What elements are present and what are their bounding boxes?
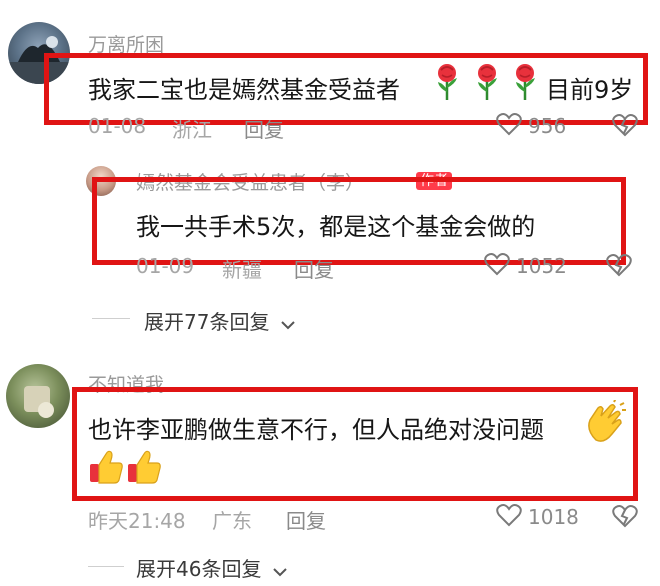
- thumbs-up-emoji: [126, 448, 162, 490]
- dislike-icon[interactable]: [606, 252, 632, 282]
- like-icon[interactable]: [496, 112, 522, 140]
- chevron-down-icon: [280, 312, 296, 336]
- reply-reply-button[interactable]: 回复: [294, 254, 334, 283]
- expand-replies-button[interactable]: 展开46条回复: [136, 553, 288, 583]
- like-icon[interactable]: [484, 252, 510, 280]
- comment-location: 广东: [212, 509, 252, 533]
- thumbs-up-emoji: [88, 448, 124, 490]
- comment-text: 我家二宝也是嫣然基金受益者: [88, 70, 400, 105]
- like-count: 1052: [516, 254, 567, 278]
- expand-replies-label: 展开77条回复: [144, 310, 270, 334]
- comment-text-main: 我家二宝也是嫣然基金受益者: [88, 76, 400, 104]
- like-icon[interactable]: [496, 503, 522, 531]
- rose-emoji: [470, 62, 504, 106]
- chevron-down-icon: [272, 559, 288, 583]
- dislike-icon[interactable]: [612, 112, 638, 142]
- comment-text: 也许李亚鹏做生意不行，但人品绝对没问题: [88, 416, 544, 444]
- comment-text-suffix: 目前9岁: [546, 76, 634, 104]
- reply-button[interactable]: 回复: [244, 114, 284, 143]
- comment-time: 01-08: [88, 114, 147, 138]
- like-count: 956: [528, 114, 567, 138]
- reply-button[interactable]: 回复: [286, 505, 326, 534]
- reply-location: 新疆: [222, 258, 262, 282]
- rose-emoji: [508, 62, 542, 106]
- reply-time: 01-09: [136, 254, 195, 278]
- divider-line: [88, 566, 124, 567]
- comment-location: 浙江: [172, 118, 212, 142]
- expand-replies-label: 展开46条回复: [136, 557, 262, 581]
- avatar[interactable]: [6, 364, 70, 428]
- reply-text: 我一共手术5次，都是这个基金会做的: [136, 213, 536, 241]
- comment-time: 昨天21:48: [88, 509, 186, 533]
- avatar-image: [24, 386, 54, 418]
- like-count: 1018: [528, 505, 579, 529]
- divider-line: [92, 318, 130, 319]
- expand-replies-button[interactable]: 展开77条回复: [144, 306, 296, 336]
- dislike-icon[interactable]: [612, 503, 638, 533]
- rose-emoji: [430, 62, 464, 106]
- clap-emoji: [584, 397, 626, 448]
